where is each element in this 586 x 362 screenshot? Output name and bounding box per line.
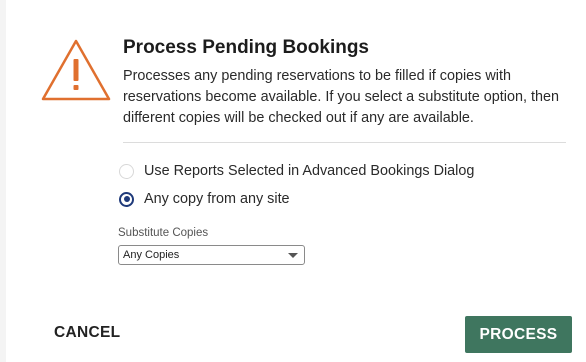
option-label: Any copy from any site bbox=[144, 191, 290, 207]
warning-triangle-icon bbox=[41, 39, 111, 101]
divider bbox=[123, 142, 566, 143]
select-value: Any Copies bbox=[123, 249, 180, 261]
process-button[interactable]: PROCESS bbox=[465, 316, 572, 353]
chevron-down-icon bbox=[288, 253, 298, 258]
substitute-copies-select[interactable]: Any Copies bbox=[118, 245, 305, 265]
radio-checked-icon[interactable] bbox=[119, 191, 134, 207]
option-use-reports[interactable]: Use Reports Selected in Advanced Booking… bbox=[119, 161, 474, 181]
radio-unchecked-icon[interactable] bbox=[119, 163, 134, 179]
dialog-title: Process Pending Bookings bbox=[123, 37, 369, 58]
option-any-copy[interactable]: Any copy from any site bbox=[119, 189, 290, 209]
process-pending-bookings-dialog: Process Pending Bookings Processes any p… bbox=[6, 0, 586, 362]
option-label: Use Reports Selected in Advanced Booking… bbox=[144, 163, 475, 179]
substitute-copies-label: Substitute Copies bbox=[118, 227, 209, 239]
cancel-button[interactable]: CANCEL bbox=[54, 324, 120, 342]
dialog-description: Processes any pending reservations to be… bbox=[123, 68, 559, 126]
